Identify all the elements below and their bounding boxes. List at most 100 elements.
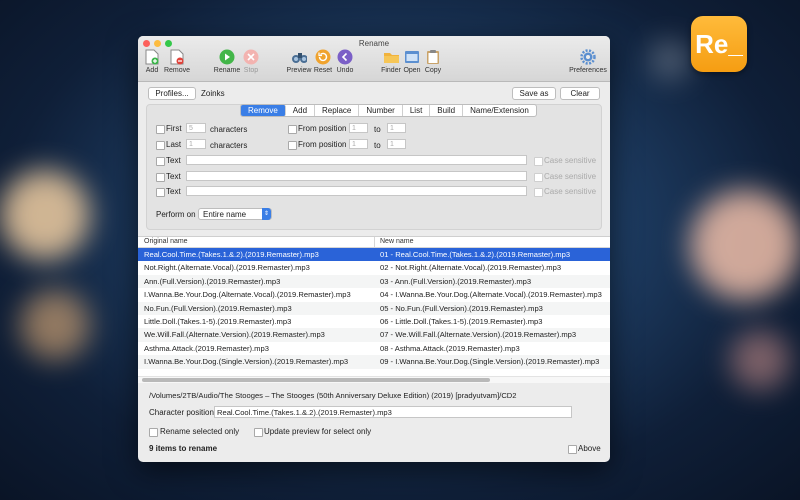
play-icon xyxy=(219,49,235,65)
table-header: Original name New name xyxy=(138,237,610,248)
text-2-field[interactable] xyxy=(186,171,527,181)
character-position-label: Character position xyxy=(149,408,214,417)
stop-button[interactable]: Stop xyxy=(234,49,268,74)
case-sensitive-2-checkbox[interactable] xyxy=(534,173,543,182)
table-body: Real.Cool.Time.(Takes.1.&.2).(2019.Remas… xyxy=(138,248,610,369)
table-row[interactable]: Real.Cool.Time.(Takes.1.&.2).(2019.Remas… xyxy=(138,248,610,262)
case-sensitive-1-checkbox[interactable] xyxy=(534,157,543,166)
new-name-cell: 06 - Little.Doll.(Takes.1-5).(2019.Remas… xyxy=(380,316,543,326)
first-count-field[interactable]: 5 xyxy=(186,123,206,133)
text-1-checkbox[interactable] xyxy=(156,157,165,166)
table-row[interactable]: Little.Doll.(Takes.1-5).(2019.Remaster).… xyxy=(138,315,610,328)
from-position-1-end[interactable]: 1 xyxy=(387,123,406,133)
first-unit-label: characters xyxy=(210,125,248,134)
column-new-name[interactable]: New name xyxy=(380,237,413,247)
copy-button[interactable]: Copy xyxy=(416,49,450,74)
original-name-cell: Asthma.Attack.(2019.Remaster).mp3 xyxy=(144,343,269,353)
rename-selected-checkbox[interactable] xyxy=(149,428,158,437)
last-count-field[interactable]: 1 xyxy=(186,139,206,149)
preferences-button[interactable]: Preferences xyxy=(569,49,607,74)
from-position-2-checkbox[interactable] xyxy=(288,141,297,150)
original-name-cell: Real.Cool.Time.(Takes.1.&.2).(2019.Remas… xyxy=(144,250,319,259)
new-name-cell: 09 - I.Wanna.Be.Your.Dog.(Single.Version… xyxy=(380,357,600,367)
table-row[interactable]: We.Will.Fall.(Alternate.Version).(2019.R… xyxy=(138,328,610,342)
case-sensitive-2-label: Case sensitive xyxy=(544,172,597,181)
folder-path: /Volumes/2TB/Audio/The Stooges – The Sto… xyxy=(149,391,517,400)
from-position-2-start[interactable]: 1 xyxy=(349,139,368,149)
table-row[interactable]: Not.Right.(Alternate.Vocal).(2019.Remast… xyxy=(138,261,610,274)
tab-list[interactable]: List xyxy=(403,105,431,116)
character-position-field[interactable]: Real.Cool.Time.(Takes.1.&.2).(2019.Remas… xyxy=(214,406,572,418)
new-name-cell: 01 - Real.Cool.Time.(Takes.1.&.2).(2019.… xyxy=(380,250,571,259)
original-name-cell: Ann.(Full.Version).(2019.Remaster).mp3 xyxy=(144,276,281,286)
last-unit-label: characters xyxy=(210,141,248,150)
remove-label: Remove xyxy=(163,67,191,74)
titlebar: Rename Add Remove Rename Stop Preview Re… xyxy=(138,36,610,82)
tab-number[interactable]: Number xyxy=(359,105,403,116)
horizontal-scrollbar[interactable] xyxy=(138,376,610,383)
column-original-name[interactable]: Original name xyxy=(144,237,188,247)
original-name-cell: Not.Right.(Alternate.Vocal).(2019.Remast… xyxy=(144,263,310,273)
file-table: Original name New name Real.Cool.Time.(T… xyxy=(138,236,610,383)
text-1-label: Text xyxy=(166,156,181,165)
from-position-1-start[interactable]: 1 xyxy=(349,123,368,133)
tab-build[interactable]: Build xyxy=(430,105,464,116)
original-name-cell: We.Will.Fall.(Alternate.Version).(2019.R… xyxy=(144,330,325,340)
bokeh-light xyxy=(20,290,90,360)
table-row[interactable]: I.Wanna.Be.Your.Dog.(Alternate.Vocal).(2… xyxy=(138,288,610,301)
undo-button[interactable]: Undo xyxy=(328,49,362,74)
tab-replace[interactable]: Replace xyxy=(315,105,360,116)
profiles-button[interactable]: Profiles... xyxy=(148,87,196,100)
perform-on-value: Entire name xyxy=(203,210,247,219)
from-position-2-label: From position xyxy=(298,140,347,149)
case-sensitive-1-label: Case sensitive xyxy=(544,156,597,165)
new-name-cell: 04 - I.Wanna.Be.Your.Dog.(Alternate.Voca… xyxy=(380,290,602,300)
last-checkbox[interactable] xyxy=(156,141,165,150)
profile-name: Zoinks xyxy=(201,89,225,98)
case-sensitive-3-label: Case sensitive xyxy=(544,187,597,196)
text-2-checkbox[interactable] xyxy=(156,173,165,182)
from-position-2-to-label: to xyxy=(374,141,381,150)
scrollbar-thumb[interactable] xyxy=(142,378,490,382)
tab-name-extension[interactable]: Name/Extension xyxy=(463,105,536,116)
clear-button[interactable]: Clear xyxy=(560,87,600,100)
update-preview-checkbox[interactable] xyxy=(254,428,263,437)
items-count: 9 items to rename xyxy=(149,444,218,453)
text-3-field[interactable] xyxy=(186,186,527,196)
table-row[interactable]: I.Wanna.Be.Your.Dog.(Single.Version).(20… xyxy=(138,355,610,369)
tab-add[interactable]: Add xyxy=(286,105,316,116)
copy-label: Copy xyxy=(424,67,442,74)
table-row[interactable]: Asthma.Attack.(2019.Remaster).mp3 08 - As… xyxy=(138,342,610,355)
add-label: Add xyxy=(145,67,159,74)
case-sensitive-3-checkbox[interactable] xyxy=(534,188,543,197)
new-name-cell: 03 - Ann.(Full.Version).(2019.Remaster).… xyxy=(380,276,532,286)
add-file-icon xyxy=(144,49,160,65)
save-as-button[interactable]: Save as xyxy=(512,87,556,100)
mode-tabs: Remove Add Replace Number List Build Nam… xyxy=(240,104,537,117)
original-name-cell: I.Wanna.Be.Your.Dog.(Single.Version).(20… xyxy=(144,357,349,367)
tab-remove[interactable]: Remove xyxy=(241,105,286,116)
column-divider xyxy=(374,237,375,247)
from-position-2-end[interactable]: 1 xyxy=(387,139,406,149)
bokeh-light xyxy=(730,330,790,390)
above-checkbox[interactable] xyxy=(568,445,577,454)
first-checkbox[interactable] xyxy=(156,125,165,134)
undo-icon xyxy=(337,49,353,65)
perform-on-label: Perform on xyxy=(156,210,196,219)
table-row[interactable]: No.Fun.(Full.Version).(2019.Remaster).mp… xyxy=(138,301,610,315)
table-row[interactable]: Ann.(Full.Version).(2019.Remaster).mp3 03… xyxy=(138,274,610,289)
from-position-1-checkbox[interactable] xyxy=(288,125,297,134)
rename-selected-label: Rename selected only xyxy=(160,427,240,436)
perform-on-select[interactable]: Entire name ⇕ xyxy=(198,208,272,220)
app-icon: Re_ xyxy=(691,16,747,72)
original-name-cell: Little.Doll.(Takes.1-5).(2019.Remaster).… xyxy=(144,316,292,326)
update-preview-label: Update preview for select only xyxy=(264,427,372,436)
text-1-field[interactable] xyxy=(186,155,527,165)
bokeh-light xyxy=(650,40,690,80)
chevron-updown-icon: ⇕ xyxy=(262,208,271,220)
new-name-cell: 02 - Not.Right.(Alternate.Vocal).(2019.R… xyxy=(380,263,562,273)
new-name-cell: 07 - We.Will.Fall.(Alternate.Version).(2… xyxy=(380,330,577,340)
text-3-checkbox[interactable] xyxy=(156,188,165,197)
remove-button[interactable]: Remove xyxy=(160,49,194,74)
original-name-cell: I.Wanna.Be.Your.Dog.(Alternate.Vocal).(2… xyxy=(144,290,351,300)
